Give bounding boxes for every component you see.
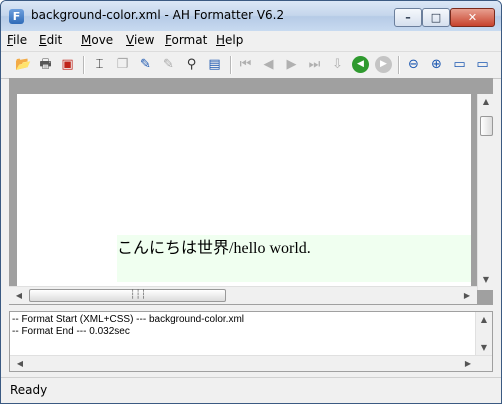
scroll-up-icon[interactable]: ▲ bbox=[478, 96, 493, 108]
status-bar: Ready bbox=[1, 377, 501, 403]
horizontal-scroll-thumb[interactable]: ┆┆┆ bbox=[29, 289, 226, 302]
window-title: background-color.xml - AH Formatter V6.2 bbox=[31, 8, 285, 22]
edit-disabled-icon[interactable]: ✎ bbox=[160, 56, 177, 73]
print-icon[interactable]: 🖶 bbox=[37, 56, 54, 73]
toolbar-separator bbox=[230, 56, 232, 74]
menu-view[interactable]: View bbox=[126, 33, 154, 47]
scroll-up-icon[interactable]: ▲ bbox=[476, 314, 492, 326]
copy-icon[interactable]: ❐ bbox=[114, 56, 131, 73]
format-image-icon[interactable]: ▤ bbox=[206, 56, 223, 73]
last-page-icon[interactable]: ⏭ bbox=[306, 56, 323, 73]
ah-formatter-app-icon[interactable]: F bbox=[9, 9, 24, 24]
scroll-down-icon[interactable]: ▼ bbox=[476, 342, 492, 354]
page-jump-icon[interactable]: ⇩ bbox=[329, 56, 346, 73]
message-log[interactable]: -- Format Start (XML+CSS) --- background… bbox=[9, 311, 493, 372]
document-vertical-scrollbar[interactable]: ▲ ▼ bbox=[477, 94, 493, 290]
log-line: -- Format Start (XML+CSS) --- background… bbox=[12, 314, 244, 325]
pdf-icon[interactable]: ▣ bbox=[59, 56, 76, 73]
scroll-left-icon[interactable]: ◀ bbox=[11, 290, 27, 302]
scroll-right-icon[interactable]: ▶ bbox=[459, 290, 475, 302]
find-binoculars-icon[interactable]: ⚲ bbox=[183, 56, 200, 73]
log-line: -- Format End --- 0.032sec bbox=[12, 326, 130, 337]
zoom-out-icon[interactable]: ⊖ bbox=[405, 56, 422, 73]
select-cursor-icon[interactable]: ⌶ bbox=[91, 56, 108, 73]
fit-width-icon[interactable]: ▭ bbox=[474, 56, 491, 73]
status-text: Ready bbox=[10, 383, 48, 397]
menu-file[interactable]: File bbox=[7, 33, 27, 47]
edit-check-icon[interactable]: ✎ bbox=[137, 56, 154, 73]
back-green-icon[interactable]: ◀ bbox=[352, 56, 369, 73]
log-vertical-scrollbar[interactable]: ▲ ▼ bbox=[475, 312, 492, 356]
menu-move[interactable]: Move bbox=[81, 33, 113, 47]
background-color-block: こんにちは世界/hello world. bbox=[117, 235, 471, 282]
minimize-button[interactable]: – bbox=[394, 8, 422, 27]
maximize-icon: □ bbox=[430, 11, 442, 24]
open-folder-icon[interactable]: 📂 bbox=[15, 56, 32, 73]
menu-edit[interactable]: Edit bbox=[39, 33, 62, 47]
menu-bar: File Edit Move View Format Help bbox=[1, 31, 501, 51]
toolbar-separator bbox=[83, 56, 85, 74]
close-button[interactable]: ✕ bbox=[450, 8, 495, 27]
fit-page-icon[interactable]: ▭ bbox=[451, 56, 468, 73]
vertical-scroll-thumb[interactable] bbox=[480, 116, 493, 136]
hello-world-text: こんにちは世界/hello world. bbox=[117, 238, 311, 257]
document-horizontal-scrollbar[interactable]: ◀ ┆┆┆ ▶ bbox=[9, 286, 477, 304]
previous-page-icon[interactable]: ◀ bbox=[260, 56, 277, 73]
menu-format[interactable]: Format bbox=[165, 33, 207, 47]
document-view[interactable]: こんにちは世界/hello world. ▲ ▼ ◀ ┆┆┆ ▶ bbox=[9, 78, 493, 305]
zoom-in-icon[interactable]: ⊕ bbox=[428, 56, 445, 73]
app-window: F background-color.xml - AH Formatter V6… bbox=[0, 0, 502, 404]
title-bar[interactable]: F background-color.xml - AH Formatter V6… bbox=[1, 1, 501, 31]
scroll-grip-icon: ┆┆┆ bbox=[130, 290, 147, 300]
close-icon: ✕ bbox=[467, 11, 478, 24]
maximize-button[interactable]: □ bbox=[422, 8, 450, 27]
next-page-icon[interactable]: ▶ bbox=[283, 56, 300, 73]
scroll-down-icon[interactable]: ▼ bbox=[478, 274, 493, 286]
toolbar: 📂 🖶 ▣ ⌶ ❐ ✎ ✎ ⚲ ▤ ⏮ ◀ ▶ ⏭ ⇩ ◀ ▶ ⊖ ⊕ ▭ ▭ bbox=[1, 51, 501, 79]
scroll-left-icon[interactable]: ◀ bbox=[12, 358, 28, 370]
log-horizontal-scrollbar[interactable]: ◀ ▶ bbox=[10, 355, 492, 371]
document-page: こんにちは世界/hello world. bbox=[17, 94, 471, 290]
first-page-icon[interactable]: ⏮ bbox=[237, 56, 254, 73]
scroll-right-icon[interactable]: ▶ bbox=[460, 358, 476, 370]
forward-gray-icon[interactable]: ▶ bbox=[375, 56, 392, 73]
toolbar-separator bbox=[398, 56, 400, 74]
menu-help[interactable]: Help bbox=[216, 33, 243, 47]
minimize-icon: – bbox=[405, 11, 411, 24]
